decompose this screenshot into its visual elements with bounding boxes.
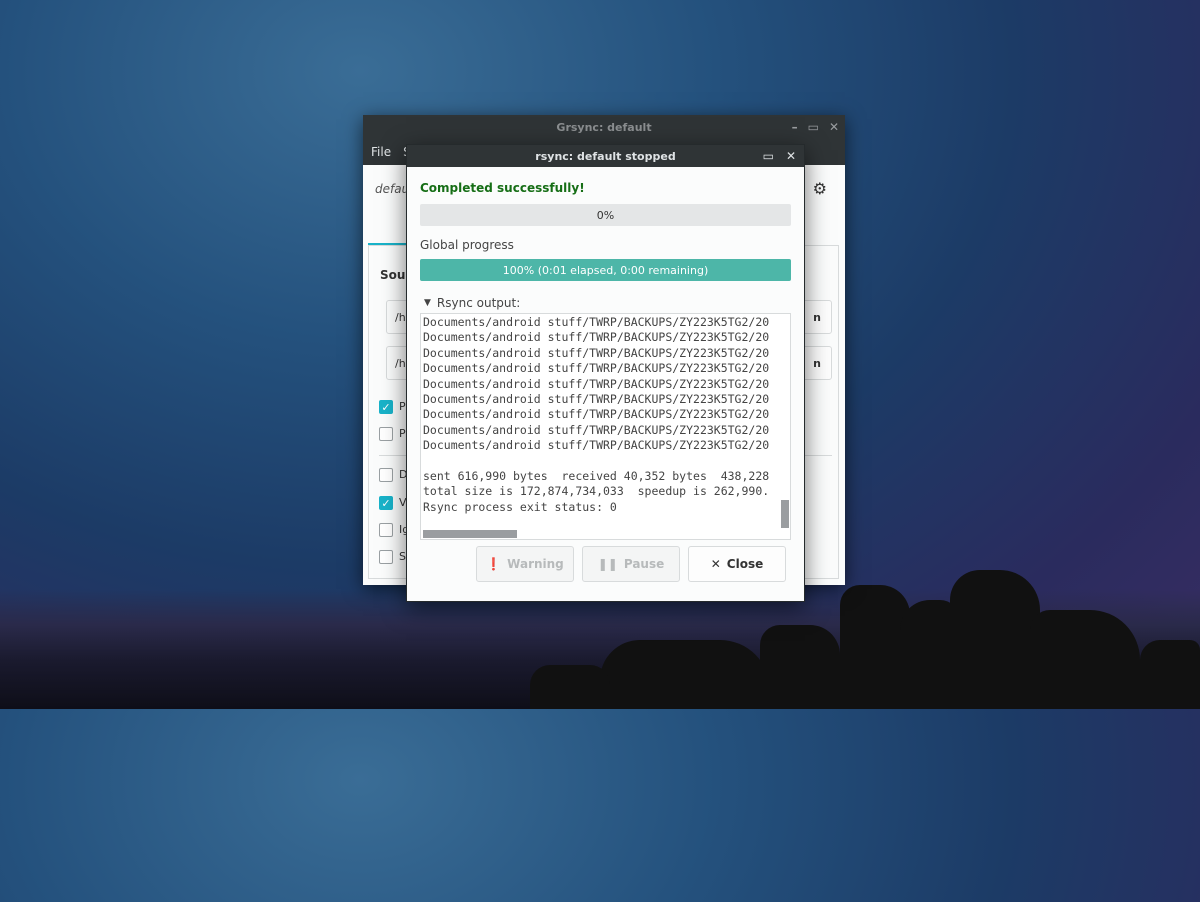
dialog-title: rsync: default stopped: [535, 149, 676, 163]
destination-browse-button[interactable]: n: [802, 346, 832, 380]
source-browse-button[interactable]: n: [802, 300, 832, 334]
rsync-dialog: rsync: default stopped ▭ ✕ Completed suc…: [406, 144, 805, 602]
main-window-title: Grsync: default: [556, 120, 652, 134]
warning-button-label: Warning: [507, 557, 564, 571]
main-titlebar[interactable]: Grsync: default – ▭ ✕: [363, 115, 845, 139]
pause-button-label: Pause: [623, 557, 665, 571]
file-progress-bar: 0%: [420, 204, 791, 226]
rsync-output-expander[interactable]: ▼ Rsync output:: [424, 296, 520, 310]
pause-button[interactable]: ❚❚ Pause: [582, 546, 680, 582]
option-checkbox-2[interactable]: [379, 427, 393, 441]
status-message: Completed successfully!: [420, 181, 585, 195]
option-checkbox-4[interactable]: ✓: [379, 496, 393, 510]
gear-icon[interactable]: ⚙: [813, 179, 827, 198]
close-button-label: Close: [726, 557, 764, 571]
close-icon[interactable]: ✕: [786, 149, 796, 163]
global-progress-text: 100% (0:01 elapsed, 0:00 remaining): [502, 263, 709, 277]
menu-file[interactable]: File: [371, 145, 391, 159]
option-checkbox-5[interactable]: [379, 523, 393, 537]
rsync-output-label: Rsync output:: [436, 296, 521, 310]
triangle-down-icon: ▼: [424, 298, 431, 308]
pause-icon: ❚❚: [597, 557, 618, 571]
rsync-output-text: Documents/android stuff/TWRP/BACKUPS/ZY2…: [423, 315, 770, 514]
option-checkbox-3[interactable]: [379, 468, 393, 482]
exclamation-circle-icon: ❗: [486, 557, 502, 571]
warning-button[interactable]: ❗ Warning: [476, 546, 574, 582]
file-progress-text: 0%: [596, 208, 615, 222]
option-checkbox-1[interactable]: ✓: [379, 400, 393, 414]
option-label-1: P: [399, 400, 406, 413]
x-icon: ✕: [710, 557, 721, 571]
maximize-icon[interactable]: ▭: [808, 120, 819, 134]
maximize-icon[interactable]: ▭: [763, 149, 774, 163]
profile-name: defau: [375, 182, 410, 196]
global-progress-label: Global progress: [420, 238, 514, 252]
rsync-output-textview[interactable]: Documents/android stuff/TWRP/BACKUPS/ZY2…: [420, 313, 791, 540]
option-checkbox-6[interactable]: [379, 550, 393, 564]
global-progress-bar: 100% (0:01 elapsed, 0:00 remaining): [420, 259, 791, 281]
close-button[interactable]: ✕ Close: [688, 546, 786, 582]
close-window-icon[interactable]: ✕: [829, 120, 839, 134]
minimize-icon[interactable]: –: [792, 120, 798, 134]
horizontal-scrollbar[interactable]: [423, 530, 517, 538]
vertical-scrollbar[interactable]: [781, 500, 789, 528]
option-label-2: P: [399, 427, 406, 440]
dialog-titlebar[interactable]: rsync: default stopped ▭ ✕: [407, 145, 804, 167]
